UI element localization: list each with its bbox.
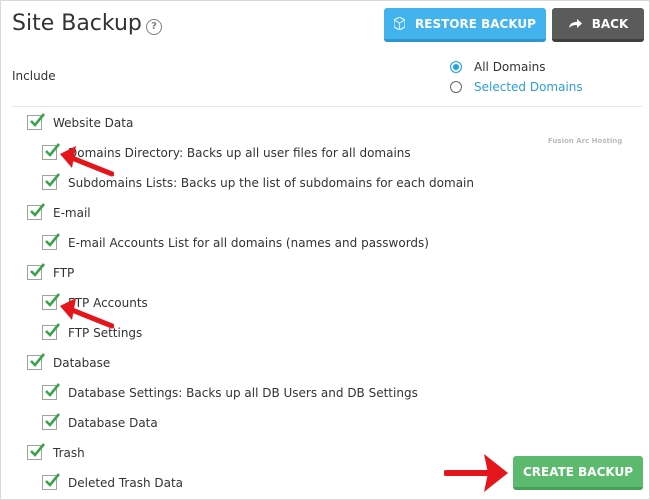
annotation-arrow-icon <box>444 454 508 492</box>
database-label: Database <box>53 355 111 370</box>
trash-label: Trash <box>53 445 85 460</box>
email-label: E-mail <box>53 205 91 220</box>
ftp-accounts-checkbox[interactable] <box>42 293 60 310</box>
website-data-label: Website Data <box>53 115 134 130</box>
database-data-label: Database Data <box>68 415 158 430</box>
domains-directory-checkbox[interactable] <box>42 143 60 160</box>
database-checkbox[interactable] <box>27 353 45 370</box>
email-checkbox[interactable] <box>27 203 45 220</box>
email-accounts-label: E-mail Accounts List for all domains (na… <box>68 235 429 250</box>
page-title: Site Backup <box>12 11 142 36</box>
website-data-checkbox[interactable] <box>27 113 45 130</box>
item-deleted-trash-data[interactable]: Deleted Trash Data <box>42 473 184 490</box>
section-trash[interactable]: Trash <box>27 443 85 460</box>
subdomains-lists-label: Subdomains Lists: Backs up the list of s… <box>68 175 474 190</box>
section-email[interactable]: E-mail <box>27 203 91 220</box>
radio-all-domains-label: All Domains <box>474 60 546 74</box>
email-accounts-checkbox[interactable] <box>42 233 60 250</box>
watermark: Fusion Arc Hosting <box>548 137 623 145</box>
radio-selected-domains[interactable]: Selected Domains <box>450 80 583 94</box>
item-email-accounts[interactable]: E-mail Accounts List for all domains (na… <box>42 233 429 250</box>
help-icon[interactable]: ? <box>146 19 162 35</box>
restore-backup-button[interactable]: RESTORE BACKUP <box>384 8 546 42</box>
ftp-checkbox[interactable] <box>27 263 45 280</box>
item-database-settings[interactable]: Database Settings: Backs up all DB Users… <box>42 383 418 400</box>
back-arrow-icon <box>568 18 582 29</box>
subdomains-lists-checkbox[interactable] <box>42 173 60 190</box>
back-label: BACK <box>591 16 629 31</box>
annotation-arrow-icon <box>60 146 114 177</box>
database-settings-label: Database Settings: Backs up all DB Users… <box>68 385 418 400</box>
create-backup-label: CREATE BACKUP <box>522 464 634 479</box>
deleted-trash-data-label: Deleted Trash Data <box>68 475 184 490</box>
restore-icon <box>394 17 406 30</box>
create-backup-button[interactable]: CREATE BACKUP <box>513 456 643 490</box>
section-ftp[interactable]: FTP <box>27 263 75 280</box>
deleted-trash-data-checkbox[interactable] <box>42 473 60 490</box>
ftp-settings-checkbox[interactable] <box>42 323 60 340</box>
section-website-data[interactable]: Website Data <box>27 113 134 130</box>
section-database[interactable]: Database <box>27 353 111 370</box>
ftp-label: FTP <box>53 265 75 280</box>
database-data-checkbox[interactable] <box>42 413 60 430</box>
header-divider <box>12 106 642 107</box>
radio-all-domains-control[interactable] <box>450 61 462 73</box>
back-button[interactable]: BACK <box>552 8 644 42</box>
trash-checkbox[interactable] <box>27 443 45 460</box>
domains-directory-label: Domains Directory: Backs up all user fil… <box>68 145 411 160</box>
radio-all-domains[interactable]: All Domains <box>450 60 546 74</box>
item-database-data[interactable]: Database Data <box>42 413 158 430</box>
database-settings-checkbox[interactable] <box>42 383 60 400</box>
include-label: Include <box>12 69 56 83</box>
restore-backup-label: RESTORE BACKUP <box>415 16 536 31</box>
radio-selected-domains-label: Selected Domains <box>474 80 583 94</box>
radio-selected-domains-control[interactable] <box>450 81 462 93</box>
annotation-arrow-icon <box>60 298 114 329</box>
